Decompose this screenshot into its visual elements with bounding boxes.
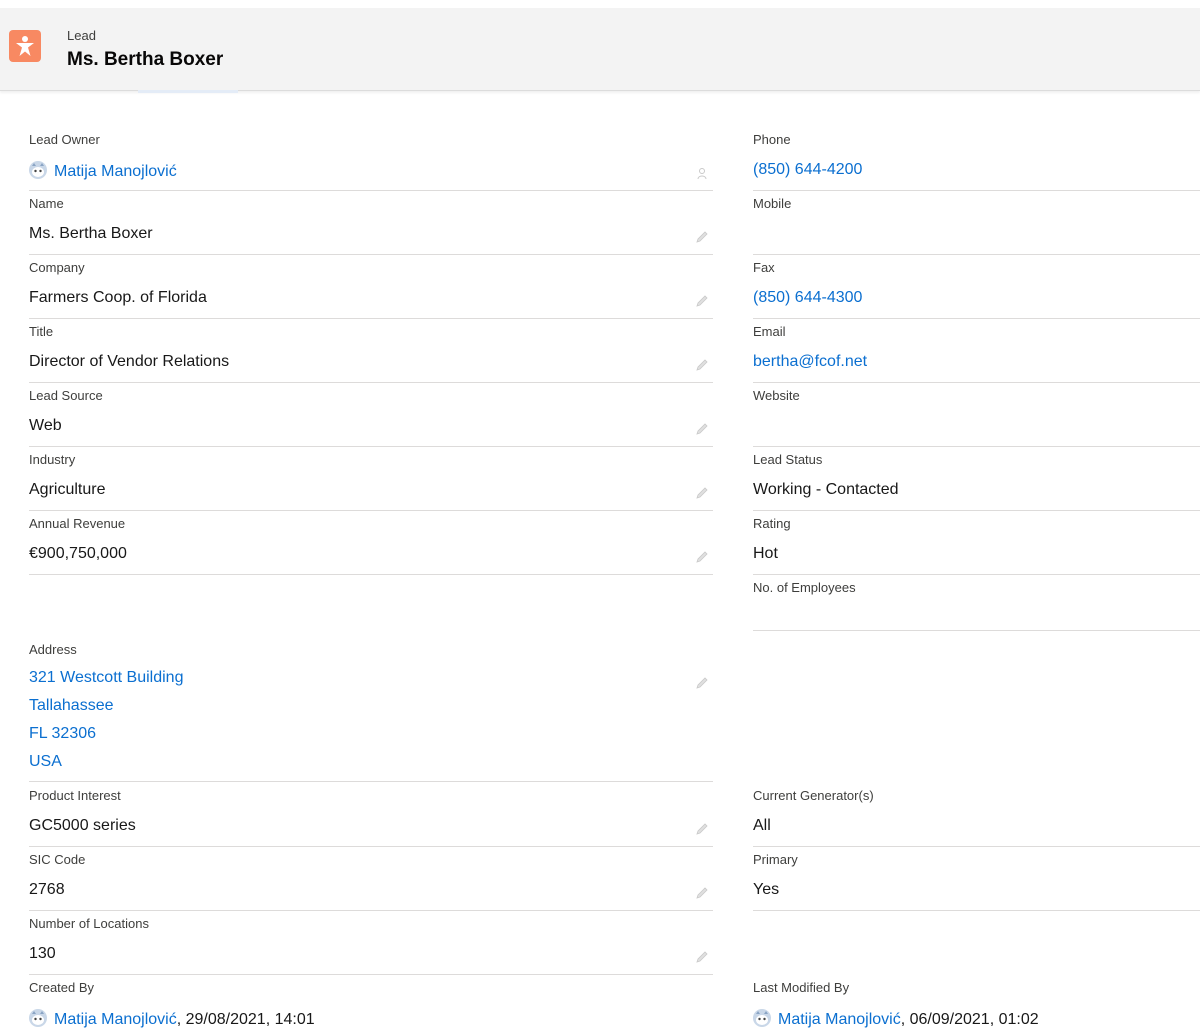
record-header: Lead Ms. Bertha Boxer	[0, 8, 1200, 91]
field-value: Working - Contacted	[753, 481, 899, 498]
edit-pencil-icon[interactable]	[695, 950, 709, 964]
field-label: Current Generator(s)	[753, 788, 874, 803]
field-label: Title	[29, 324, 54, 339]
last-modified-date: , 06/09/2021, 01:02	[900, 1011, 1039, 1028]
field-label: Industry	[29, 452, 76, 467]
field-label: Mobile	[753, 196, 792, 211]
field-label: Name	[29, 196, 64, 211]
field-phone: Phone (850) 644-4200	[753, 126, 1200, 191]
field-rating: Rating Hot	[753, 510, 1200, 575]
last-modified-user-link[interactable]: Matija Manojlović	[778, 1011, 901, 1028]
field-label: Primary	[753, 852, 798, 867]
field-value: Director of Vendor Relations	[29, 353, 230, 370]
field-value: Ms. Bertha Boxer	[29, 225, 153, 242]
field-website: Website	[753, 382, 1200, 447]
field-label: Lead Owner	[29, 132, 100, 147]
field-label: Rating	[753, 516, 791, 531]
tab-indicator	[138, 90, 238, 93]
field-label: Annual Revenue	[29, 516, 126, 531]
field-label: Fax	[753, 260, 775, 275]
edit-pencil-icon[interactable]	[695, 422, 709, 436]
field-label: Product Interest	[29, 788, 121, 803]
field-email: Email bertha@fcof.net	[753, 318, 1200, 383]
field-lead-owner: Lead Owner Matija Manojlović	[29, 126, 713, 191]
field-name: Name Ms. Bertha Boxer	[29, 190, 713, 255]
avatar-icon	[29, 161, 47, 179]
field-mobile: Mobile	[753, 190, 1200, 255]
field-address: Address 321 Westcott Building Tallahasse…	[29, 636, 713, 782]
field-label: SIC Code	[29, 852, 86, 867]
field-value: 130	[29, 945, 56, 962]
edit-pencil-icon[interactable]	[695, 230, 709, 244]
field-value: Yes	[753, 881, 780, 898]
field-title: Title Director of Vendor Relations	[29, 318, 713, 383]
field-fax: Fax (850) 644-4300	[753, 254, 1200, 319]
field-label: Company	[29, 260, 85, 275]
phone-link[interactable]: (850) 644-4200	[753, 161, 862, 179]
edit-pencil-icon[interactable]	[695, 886, 709, 900]
field-label: No. of Employees	[753, 580, 856, 595]
field-product-interest: Product Interest GC5000 series	[29, 782, 713, 847]
field-lead-status: Lead Status Working - Contacted	[753, 446, 1200, 511]
lead-owner-link[interactable]: Matija Manojlović	[54, 163, 177, 180]
record-name-title: Ms. Bertha Boxer	[67, 49, 224, 70]
field-value: GC5000 series	[29, 817, 136, 834]
field-value: Farmers Coop. of Florida	[29, 289, 207, 306]
field-lead-source: Lead Source Web	[29, 382, 713, 447]
field-label: Phone	[753, 132, 791, 147]
field-value: All	[753, 817, 771, 834]
field-label: Address	[29, 642, 77, 657]
field-value: €900,750,000	[29, 545, 127, 562]
field-annual-revenue: Annual Revenue €900,750,000	[29, 510, 713, 575]
edit-pencil-icon[interactable]	[695, 358, 709, 372]
field-label: Created By	[29, 980, 95, 995]
field-value: Web	[29, 417, 62, 434]
avatar-icon	[29, 1009, 47, 1027]
field-number-of-locations: Number of Locations 130	[29, 910, 713, 975]
field-primary: Primary Yes	[753, 846, 1200, 911]
created-by-user-link[interactable]: Matija Manojlović	[54, 1011, 177, 1028]
change-owner-icon[interactable]	[695, 166, 709, 180]
field-label: Number of Locations	[29, 916, 149, 931]
field-value: Matija Manojlović, 29/08/2021, 14:01	[29, 1009, 315, 1029]
address-line-country: USA	[29, 753, 62, 770]
avatar-icon	[753, 1009, 771, 1027]
edit-pencil-icon[interactable]	[695, 486, 709, 500]
edit-pencil-icon[interactable]	[695, 676, 709, 690]
email-link[interactable]: bertha@fcof.net	[753, 353, 867, 371]
address-link[interactable]: 321 Westcott Building Tallahassee FL 323…	[29, 664, 183, 776]
lead-icon	[9, 30, 41, 62]
field-label: Lead Source	[29, 388, 103, 403]
field-value: Matija Manojlović	[29, 161, 177, 181]
field-no-of-employees: No. of Employees	[753, 574, 1200, 631]
field-label: Email	[753, 324, 786, 339]
field-value: Matija Manojlović, 06/09/2021, 01:02	[753, 1009, 1039, 1029]
edit-pencil-icon[interactable]	[695, 550, 709, 564]
edit-pencil-icon[interactable]	[695, 294, 709, 308]
field-created-by: Created By Matija Manojlović, 29/08/2021…	[29, 974, 713, 1034]
address-line-street: 321 Westcott Building	[29, 669, 184, 686]
field-label: Last Modified By	[753, 980, 850, 995]
field-sic-code: SIC Code 2768	[29, 846, 713, 911]
field-value: 2768	[29, 881, 65, 898]
edit-pencil-icon[interactable]	[695, 822, 709, 836]
created-date: , 29/08/2021, 14:01	[176, 1011, 315, 1028]
field-company: Company Farmers Coop. of Florida	[29, 254, 713, 319]
address-line-state-zip: FL 32306	[29, 725, 97, 742]
field-current-generators: Current Generator(s) All	[753, 782, 1200, 847]
field-label: Lead Status	[753, 452, 823, 467]
object-type-label: Lead	[67, 28, 96, 43]
address-line-city: Tallahassee	[29, 697, 114, 714]
field-value: Agriculture	[29, 481, 106, 498]
field-label: Website	[753, 388, 800, 403]
field-value: Hot	[753, 545, 778, 562]
field-last-modified-by: Last Modified By Matija Manojlović, 06/0…	[753, 974, 1200, 1034]
fax-link[interactable]: (850) 644-4300	[753, 289, 862, 307]
field-industry: Industry Agriculture	[29, 446, 713, 511]
